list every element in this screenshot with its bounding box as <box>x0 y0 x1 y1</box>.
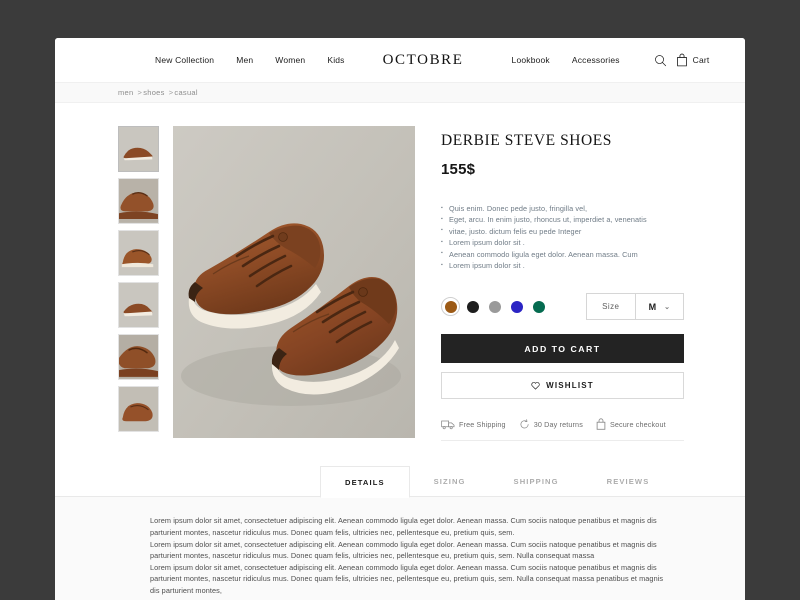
badge-returns: 30 Day returns <box>519 419 583 430</box>
add-to-cart-button[interactable]: ADD TO CART <box>441 334 684 364</box>
tab-panel-details: Lorem ipsum dolor sit amet, consectetuer… <box>55 497 745 600</box>
description-paragraph: Lorem ipsum dolor sit amet, consectetuer… <box>150 539 657 561</box>
shoe-thumbnail-image <box>119 335 158 379</box>
thumbnail-gallery <box>118 126 159 441</box>
size-label: Size <box>587 294 636 320</box>
feature-item: Aenean commodo ligula eget dolor. Aenean… <box>441 248 684 260</box>
product-price: 155$ <box>441 161 476 178</box>
color-swatch-black[interactable] <box>463 297 482 316</box>
badge-free-shipping: Free Shipping <box>441 419 506 430</box>
thumbnail-2[interactable] <box>118 178 159 224</box>
badge-label: Free Shipping <box>459 419 506 429</box>
wishlist-label: WISHLIST <box>546 381 594 391</box>
breadcrumb-item-men[interactable]: men <box>118 88 134 97</box>
cart-label: Cart <box>692 55 710 65</box>
description-paragraph: Lorem ipsum dolor sit amet, consectetuer… <box>150 516 657 538</box>
screen: New Collection Men Women Kids OCTOBRE Lo… <box>0 0 800 600</box>
thumbnail-4[interactable] <box>118 282 159 328</box>
shoe-thumbnail-image <box>119 231 158 275</box>
product-feature-list: Quis enim. Donec pede justo, fringilla v… <box>441 202 684 272</box>
shoe-thumbnail-image <box>119 179 158 223</box>
product-info: DERBIE STEVE SHOES 155$ Quis enim. Donec… <box>441 126 684 442</box>
nav-item-kids[interactable]: Kids <box>327 55 344 65</box>
thumbnail-5[interactable] <box>118 334 159 380</box>
breadcrumb-bar: men >shoes >casual <box>55 82 745 103</box>
nav-item-new-collection[interactable]: New Collection <box>155 55 214 65</box>
color-dot-black <box>466 300 479 313</box>
nav-item-lookbook[interactable]: Lookbook <box>512 55 550 65</box>
breadcrumb-item-shoes[interactable]: shoes <box>143 88 165 97</box>
size-current-value: M <box>648 301 657 312</box>
product-title: DERBIE STEVE SHOES <box>441 132 612 149</box>
nav-item-women[interactable]: Women <box>275 55 305 65</box>
thumbnail-6[interactable] <box>118 386 159 432</box>
product-photo <box>173 126 415 438</box>
size-selector[interactable]: Size M ⌄ <box>586 293 684 321</box>
badge-label: 30 Day returns <box>533 419 583 429</box>
heart-icon <box>531 382 540 391</box>
color-dot-grey <box>488 300 501 313</box>
tab-sizing[interactable]: SIZING <box>410 466 490 497</box>
feature-item: Quis enim. Donec pede justo, fringilla v… <box>441 202 684 214</box>
site-logo[interactable]: OCTOBRE <box>383 52 464 69</box>
search-icon <box>654 54 666 66</box>
shoe-thumbnail-image <box>119 127 158 171</box>
primary-nav-left: New Collection Men Women Kids <box>155 55 345 65</box>
nav-item-men[interactable]: Men <box>236 55 253 65</box>
color-swatch-green[interactable] <box>529 297 548 316</box>
description-paragraph: Lorem ipsum dolor sit amet, consectetuer… <box>150 562 664 595</box>
feature-item: Lorem ipsum dolor sit . <box>441 260 684 272</box>
color-dot-brown <box>444 300 457 313</box>
search-button[interactable] <box>654 54 667 67</box>
cart-button[interactable]: Cart <box>676 53 710 67</box>
feature-item: vitae, justo. dictum felis eu pede Integ… <box>441 225 684 237</box>
page-sheet: New Collection Men Women Kids OCTOBRE Lo… <box>55 38 745 600</box>
size-value-dropdown[interactable]: M ⌄ <box>636 294 684 319</box>
thumbnail-1[interactable] <box>118 126 159 172</box>
tab-details[interactable]: DETAILS <box>320 466 410 499</box>
breadcrumb-item-casual[interactable]: casual <box>174 88 197 97</box>
header-actions: Cart <box>654 53 710 67</box>
color-swatch-grey[interactable] <box>485 297 504 316</box>
product-main-image[interactable] <box>173 126 415 438</box>
shoe-thumbnail-image <box>119 387 158 431</box>
tab-list: DETAILS SIZING SHIPPING REVIEWS <box>55 465 745 499</box>
chevron-down-icon: ⌄ <box>664 303 670 311</box>
primary-nav-right: Lookbook Accessories <box>512 55 620 65</box>
color-swatch-group <box>441 297 548 317</box>
tab-reviews[interactable]: REVIEWS <box>583 466 674 497</box>
breadcrumb-separator: > <box>137 88 143 97</box>
thumbnail-3[interactable] <box>118 230 159 276</box>
color-dot-green <box>532 300 545 313</box>
product-options: Size M ⌄ <box>441 293 684 321</box>
truck-icon <box>441 420 455 430</box>
refresh-icon <box>520 419 529 429</box>
feature-item: Lorem ipsum dolor sit . <box>441 237 684 249</box>
product-section: DERBIE STEVE SHOES 155$ Quis enim. Donec… <box>55 103 745 442</box>
badge-label: Secure checkout <box>609 419 666 429</box>
tab-shipping[interactable]: SHIPPING <box>490 466 583 497</box>
shoe-thumbnail-image <box>119 283 158 327</box>
color-swatch-brown[interactable] <box>441 297 460 317</box>
lock-icon <box>596 418 606 431</box>
tabs-bar: DETAILS SIZING SHIPPING REVIEWS <box>55 465 745 499</box>
shopping-bag-icon <box>676 53 687 67</box>
feature-item: Eget, arcu. In enim justo, rhoncus ut, i… <box>441 214 684 226</box>
nav-item-accessories[interactable]: Accessories <box>572 55 620 65</box>
badge-secure-checkout: Secure checkout <box>596 418 666 431</box>
color-swatch-blue[interactable] <box>507 297 526 316</box>
breadcrumb: men >shoes >casual <box>118 88 198 97</box>
site-header: New Collection Men Women Kids OCTOBRE Lo… <box>55 38 745 82</box>
color-dot-blue <box>510 300 523 313</box>
wishlist-button[interactable]: WISHLIST <box>441 372 684 400</box>
breadcrumb-separator: > <box>168 88 174 97</box>
trust-badges: Free Shipping 30 Day returns Secure chec… <box>441 418 684 442</box>
